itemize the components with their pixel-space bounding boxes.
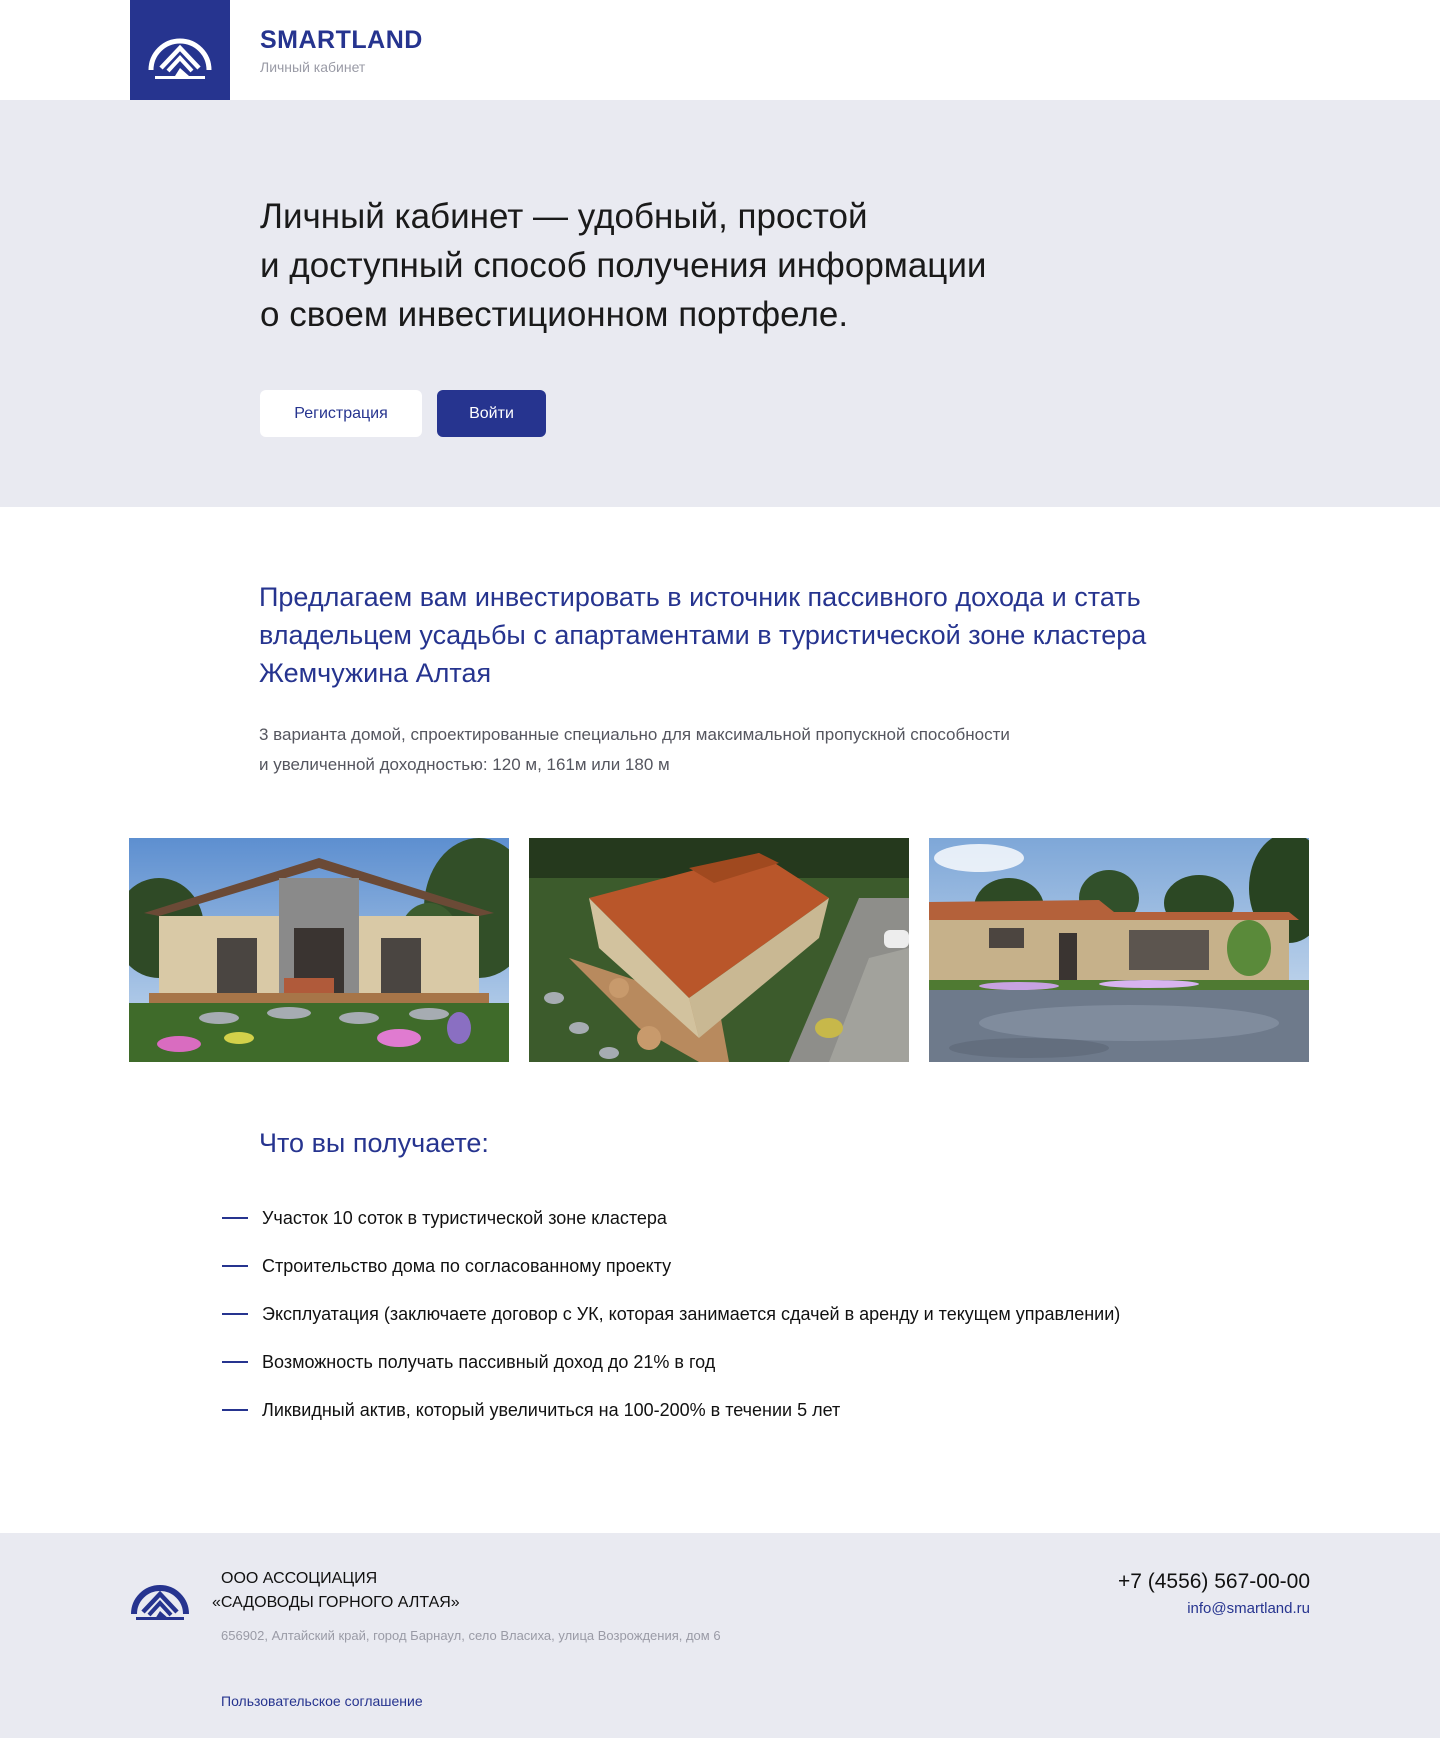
brand-logo[interactable] [130,0,230,100]
house-image-front [129,838,509,1062]
house-arch-logo-icon [148,38,212,79]
benefit-text: Возможность получать пассивный доход до … [262,1352,716,1372]
org-address: 656902, Алтайский край, город Барнаул, с… [221,1628,721,1643]
benefits-list: Участок 10 соток в туристической зоне кл… [222,1201,1282,1441]
benefit-text: Участок 10 соток в туристической зоне кл… [262,1208,667,1228]
contact-email[interactable]: info@smartland.ru [1187,1600,1310,1617]
dash-icon [222,1313,248,1315]
org-name-line2: «САДОВОДЫ ГОРНОГО АЛТАЯ» [212,1594,460,1611]
benefit-text: Строительство дома по согласованному про… [262,1256,672,1276]
offer-description: 3 варианта домой, спроектированные специ… [259,725,1010,774]
dash-icon [222,1265,248,1267]
site-footer: ООО АССОЦИАЦИЯ «САДОВОДЫ ГОРНОГО АЛТАЯ» … [0,1533,1440,1738]
register-button[interactable]: Регистрация [260,390,422,437]
benefit-item: Участок 10 соток в туристической зоне кл… [222,1201,1282,1249]
contact-phone[interactable]: +7 (4556) 567-00-00 [1118,1570,1310,1594]
hero-title: Личный кабинет — удобный, простой и дост… [260,197,987,334]
benefit-item: Эксплуатация (заключаете договор с УК, к… [222,1297,1282,1345]
house-gallery [129,838,1309,1062]
offer-title: Предлагаем вам инвестировать в источник … [259,582,1147,688]
dash-icon [222,1217,248,1219]
brand-subtitle: Личный кабинет [260,59,366,75]
benefit-text: Эксплуатация (заключаете договор с УК, к… [262,1304,1121,1324]
benefit-text: Ликвидный актив, который увеличиться на … [262,1400,841,1420]
benefit-item: Строительство дома по согласованному про… [222,1249,1282,1297]
org-name-line1: ООО АССОЦИАЦИЯ [221,1570,378,1587]
dash-icon [222,1361,248,1363]
house-image-aerial [529,838,909,1062]
benefit-item: Возможность получать пассивный доход до … [222,1345,1282,1393]
house-image-side [929,838,1309,1062]
benefit-item: Ликвидный актив, который увеличиться на … [222,1393,1282,1441]
login-button[interactable]: Войти [437,390,546,437]
benefits-title: Что вы получаете: [259,1128,489,1158]
user-agreement-link[interactable]: Пользовательское соглашение [221,1693,423,1709]
site-header: SMARTLAND Личный кабинет [0,0,1440,100]
house-arch-logo-icon [131,1585,189,1620]
dash-icon [222,1409,248,1411]
hero-section: Личный кабинет — удобный, простой и дост… [0,100,1440,507]
brand-name: SMARTLAND [260,26,423,54]
